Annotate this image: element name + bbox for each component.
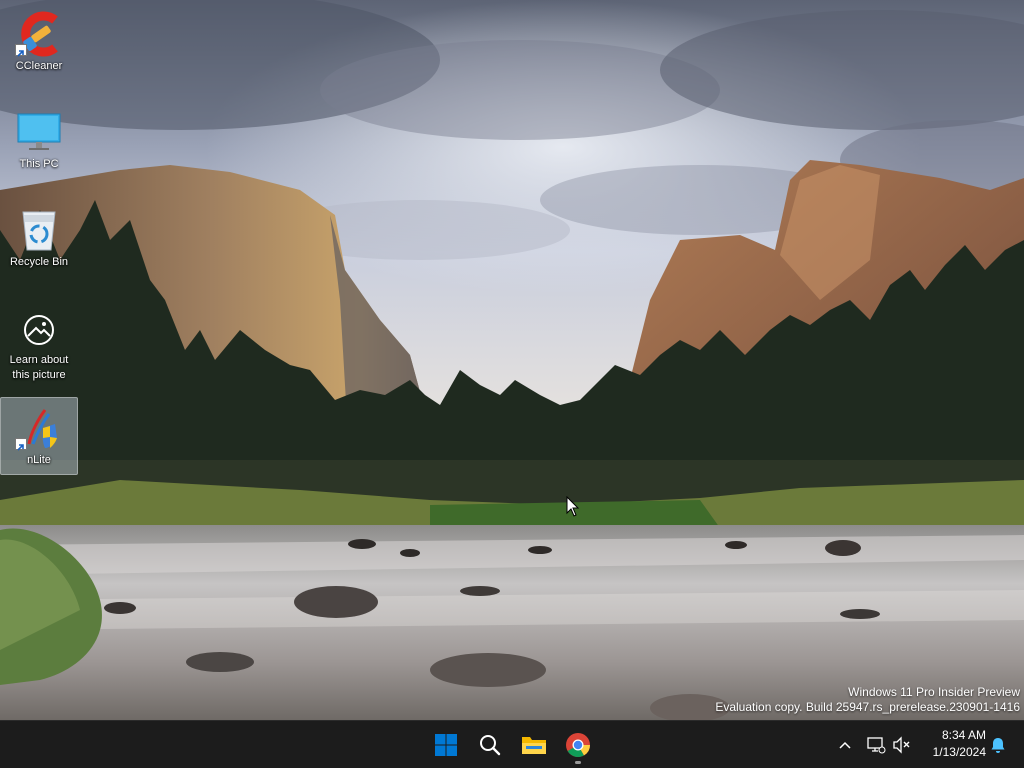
shortcut-arrow-icon: [15, 44, 27, 57]
desktop-icon-label: nLite: [27, 454, 51, 466]
windows-logo-icon: [435, 734, 457, 756]
desktop-icon-label: Learn about this picture: [9, 354, 69, 381]
network-button[interactable]: [864, 733, 888, 757]
desktop-icon-this-pc[interactable]: This PC: [0, 102, 78, 180]
chrome-icon: [566, 733, 590, 758]
desktop-icon-label: CCleaner: [15, 60, 63, 72]
desktop-icon-learn-about-picture[interactable]: Learn about this picture: [0, 298, 78, 390]
desktop-icon-label: Recycle Bin: [9, 256, 69, 268]
mouse-cursor-icon: [566, 495, 580, 523]
desktop-icon-label: This PC: [19, 158, 59, 170]
running-indicator: [575, 761, 581, 764]
clock-time: 8:34 AM: [941, 728, 986, 742]
start-button[interactable]: [426, 725, 466, 765]
notifications-button[interactable]: [986, 733, 1010, 757]
clock-date: 1/13/2024: [932, 745, 986, 759]
file-explorer-button[interactable]: [514, 725, 554, 765]
taskbar: 8:34 AM 1/13/2024: [0, 720, 1024, 768]
nlite-icon: [15, 404, 63, 452]
notification-bell-icon: [991, 738, 1005, 753]
desktop-icon-recycle-bin[interactable]: Recycle Bin: [0, 200, 78, 278]
chrome-button[interactable]: [558, 725, 598, 765]
learn-about-picture-icon: [15, 304, 63, 352]
taskbar-clock[interactable]: 8:34 AM 1/13/2024: [920, 727, 986, 761]
show-hidden-icons-button[interactable]: [833, 733, 857, 757]
desktop-icon-ccleaner[interactable]: CCleaner: [0, 4, 78, 82]
desktop-icon-nlite[interactable]: nLite: [0, 397, 78, 475]
file-explorer-icon: [522, 737, 546, 754]
desktop-wallpaper: [0, 0, 1024, 720]
monitor-icon: [15, 108, 63, 156]
watermark-line-2: Evaluation copy. Build 25947.rs_prerelea…: [715, 700, 1020, 714]
search-button[interactable]: [470, 725, 510, 765]
ccleaner-icon: [15, 10, 63, 58]
network-icon: [867, 737, 886, 754]
watermark-line-1: Windows 11 Pro Insider Preview: [848, 685, 1020, 699]
chevron-up-icon: [839, 741, 851, 749]
recycle-bin-icon: [15, 206, 63, 254]
search-icon: [480, 735, 501, 756]
volume-muted-icon: [893, 736, 910, 754]
volume-button[interactable]: [890, 733, 914, 757]
shortcut-arrow-icon: [15, 438, 27, 451]
evaluation-watermark: Windows 11 Pro Insider Preview Evaluatio…: [715, 685, 1020, 715]
